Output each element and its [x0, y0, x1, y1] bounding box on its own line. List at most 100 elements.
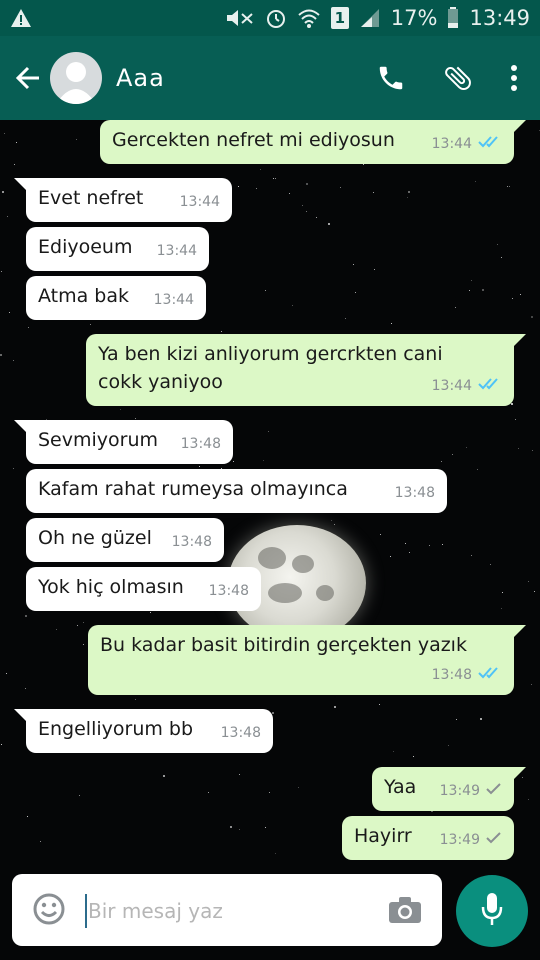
sim-icon: 1 — [330, 7, 349, 29]
emoji-icon[interactable] — [32, 892, 66, 930]
message-incoming[interactable]: Engelliyorum bb 13:48 — [26, 709, 273, 753]
bubble-tail — [512, 625, 526, 639]
mic-icon — [480, 892, 504, 930]
star — [391, 323, 392, 324]
star — [13, 468, 14, 469]
read-ticks-icon — [478, 661, 502, 689]
star — [316, 217, 317, 218]
message-time: 13:48 — [431, 667, 472, 683]
mic-button[interactable] — [456, 875, 528, 947]
star — [469, 290, 470, 291]
message-input[interactable] — [88, 892, 368, 930]
message-outgoing[interactable]: Ya ben kizi anliyorum gercrkten cani cok… — [86, 334, 514, 406]
star — [340, 187, 341, 188]
star — [407, 197, 408, 198]
star — [76, 139, 77, 140]
message-outgoing[interactable]: Bu kadar basit bitirdin gerçekten yazık … — [88, 625, 514, 695]
star — [16, 142, 17, 143]
star — [471, 555, 472, 556]
contact-name[interactable]: Aaa — [116, 64, 376, 92]
star — [501, 608, 502, 609]
star — [429, 545, 430, 546]
star — [298, 787, 299, 788]
star — [230, 826, 232, 828]
message-input-box[interactable] — [12, 874, 442, 946]
message-text: Gercekten nefret mi ediyosun — [112, 129, 395, 151]
star — [83, 644, 84, 645]
message-incoming[interactable]: Sevmiyorum 13:48 — [26, 420, 233, 464]
star — [275, 853, 276, 854]
avatar[interactable] — [50, 52, 102, 104]
star — [328, 223, 330, 225]
message-text: Hayirr — [354, 825, 412, 847]
star — [135, 418, 136, 419]
star — [497, 244, 498, 245]
message-time: 13:44 — [156, 243, 197, 259]
back-arrow-icon[interactable] — [8, 58, 48, 98]
star — [408, 191, 410, 193]
star — [531, 316, 533, 318]
battery-percent: 17% — [390, 6, 438, 30]
star — [380, 534, 381, 535]
star — [233, 461, 234, 462]
star — [13, 360, 14, 361]
star — [77, 625, 78, 626]
phone-icon[interactable] — [376, 63, 406, 93]
message-incoming[interactable]: Atma bak 13:44 — [26, 276, 206, 320]
star — [331, 520, 332, 521]
star — [0, 354, 2, 356]
message-text: Evet nefret — [38, 187, 144, 209]
star — [306, 211, 307, 212]
star — [334, 706, 336, 708]
message-time: 13:44 — [431, 136, 472, 152]
star — [79, 795, 80, 796]
message-incoming[interactable]: Kafam rahat rumeysa olmayınca 13:48 — [26, 469, 447, 513]
mute-icon — [225, 8, 255, 28]
star — [25, 688, 26, 689]
attach-icon[interactable] — [442, 62, 474, 94]
bubble-tail — [512, 334, 526, 348]
star — [442, 544, 443, 545]
star — [163, 775, 165, 777]
bubble-tail — [512, 767, 526, 781]
message-time: 13:48 — [208, 583, 249, 599]
star — [471, 280, 472, 281]
star — [409, 552, 410, 553]
star — [532, 450, 533, 451]
star — [306, 183, 308, 185]
message-text: Ediyoeum — [38, 236, 133, 258]
sim-slot-label: 1 — [330, 7, 349, 29]
status-time: 13:49 — [469, 6, 530, 30]
message-text: Sevmiyorum — [38, 429, 159, 451]
star — [135, 699, 136, 700]
star — [501, 257, 502, 258]
message-incoming[interactable]: Yok hiç olmasın 13:48 — [26, 567, 261, 611]
star — [534, 591, 535, 592]
message-text: Bu kadar basit bitirdin gerçekten yazık — [100, 634, 467, 656]
message-text: Yaa — [384, 776, 417, 798]
star — [528, 581, 529, 582]
message-time: 13:48 — [171, 534, 212, 550]
message-outgoing[interactable]: Yaa 13:49 — [372, 767, 514, 811]
camera-icon[interactable] — [388, 896, 422, 928]
message-outgoing[interactable]: Hayirr 13:49 — [342, 816, 514, 860]
chat-area[interactable]: Gercekten nefret mi ediyosun 13:44 Evet … — [0, 120, 540, 862]
star — [373, 192, 374, 193]
star — [4, 133, 5, 134]
more-vert-icon[interactable] — [510, 64, 518, 92]
message-time: 13:48 — [220, 725, 261, 741]
star — [512, 298, 513, 299]
message-incoming[interactable]: Ediyoeum 13:44 — [26, 227, 209, 271]
star — [511, 403, 513, 405]
message-incoming[interactable]: Evet nefret 13:44 — [26, 178, 232, 222]
warning-icon — [10, 8, 32, 28]
star — [502, 592, 503, 593]
star — [452, 454, 453, 455]
message-incoming[interactable]: Oh ne güzel 13:48 — [26, 518, 224, 562]
star — [528, 799, 529, 800]
star — [448, 745, 449, 746]
message-outgoing[interactable]: Gercekten nefret mi ediyosun 13:44 — [100, 120, 514, 164]
alarm-icon — [265, 7, 287, 29]
star — [1, 744, 2, 745]
star — [238, 186, 239, 187]
